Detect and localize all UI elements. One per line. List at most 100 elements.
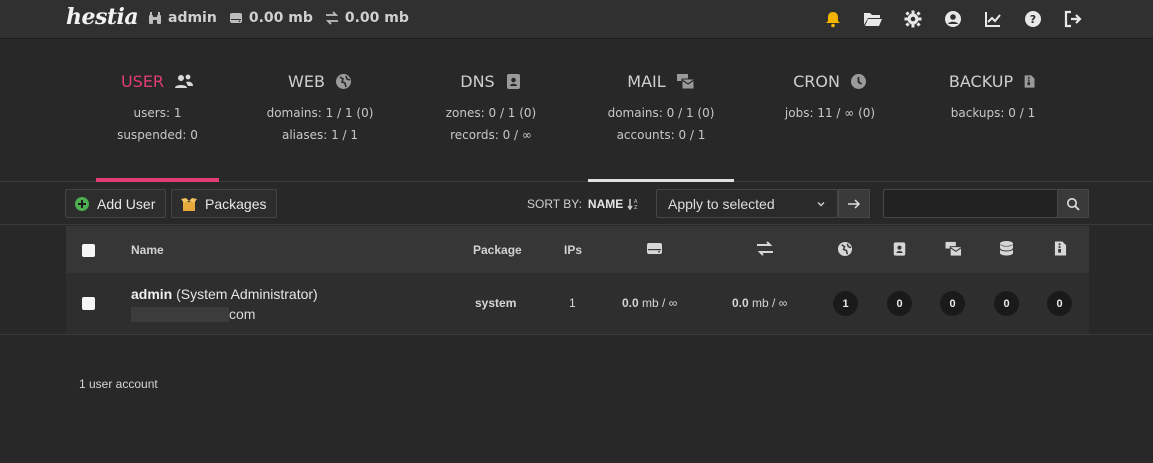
user-email-suffix: com (229, 306, 256, 322)
user-fullname: (System Administrator) (176, 286, 318, 302)
exchange-icon (325, 11, 339, 25)
database-icon (999, 241, 1014, 256)
mail-count-badge: 0 (940, 291, 965, 316)
users-icon (175, 74, 194, 88)
hard-drive-icon (229, 13, 242, 23)
top-bandwidth-value: 0.00 mb (344, 10, 409, 26)
user-disk-value: 0.0 (622, 296, 639, 310)
clock-icon (850, 74, 866, 89)
user-bandwidth: 0.0 mb / ∞ (732, 296, 787, 310)
tab-web-stat-aliases: aliases: 1 / 1 (281, 128, 359, 142)
mail-bulk-icon (945, 241, 962, 257)
search-button[interactable] (1057, 189, 1089, 218)
sort-amount-icon[interactable]: AZ (627, 198, 641, 210)
search-input[interactable] (883, 189, 1057, 218)
top-disk: 0.00 mb (229, 10, 313, 26)
tab-backup-title: BACKUP (948, 72, 1014, 91)
user-name[interactable]: admin (System Administrator) (131, 286, 318, 302)
tab-cron[interactable]: CRON jobs: 11 / ∞ (0) (760, 40, 900, 181)
tab-mail-stat-accounts: accounts: 0 / 1 (616, 128, 706, 142)
top-bar: hestia admin 0.00 mb 0.00 mb ? (0, 0, 1153, 39)
top-bandwidth: 0.00 mb (325, 10, 409, 26)
tab-mail-stat-domains: domains: 0 / 1 (0) (607, 106, 715, 120)
tab-mail[interactable]: MAIL domains: 0 / 1 (0) accounts: 0 / 1 (588, 40, 734, 182)
sort-by: SORT BY: NAME AZ (527, 197, 641, 211)
file-archive-icon (1024, 75, 1035, 88)
user-circle-icon[interactable] (943, 9, 963, 29)
hestia-logo[interactable]: hestia (66, 4, 139, 34)
top-icons: ? (803, 9, 1083, 29)
table-header: Name Package IPs (66, 226, 1089, 273)
tab-user-stat-users: users: 1 (133, 106, 182, 120)
exchange-icon (757, 241, 773, 256)
backup-count-badge: 0 (1047, 291, 1072, 316)
svg-text:?: ? (1030, 13, 1036, 26)
sign-out-icon[interactable] (1063, 9, 1083, 29)
chart-line-icon[interactable] (983, 9, 1003, 29)
user-bandwidth-value: 0.0 (732, 296, 749, 310)
tab-dns-stat-records: records: 0 / ∞ (450, 128, 532, 142)
top-username[interactable]: admin (168, 10, 217, 26)
col-package[interactable]: Package (473, 243, 522, 257)
add-user-label: Add User (97, 195, 156, 212)
row-divider (0, 334, 1153, 335)
db-count-badge: 0 (994, 291, 1019, 316)
tab-user-title: USER (120, 72, 165, 91)
svg-text:Z: Z (634, 205, 638, 210)
gear-icon[interactable] (903, 9, 923, 29)
box-open-icon (181, 197, 197, 211)
redacted-block (131, 306, 229, 322)
sort-by-label: SORT BY: (527, 197, 582, 211)
user-login[interactable]: admin (131, 286, 172, 302)
top-user: admin (148, 10, 217, 26)
bell-icon[interactable] (823, 9, 843, 29)
dns-count-badge: 0 (887, 291, 912, 316)
tab-dns-stat-zones: zones: 0 / 1 (0) (445, 106, 537, 120)
user-email: com (131, 306, 255, 322)
question-circle-icon[interactable]: ? (1023, 9, 1043, 29)
address-book-icon (893, 242, 906, 256)
top-stats: admin 0.00 mb 0.00 mb (148, 10, 421, 26)
user-count: 1 user account (79, 377, 158, 391)
tab-dns-title: DNS (460, 72, 495, 91)
user-ips: 1 (569, 296, 576, 310)
top-disk-value: 0.00 mb (248, 10, 313, 26)
folder-open-icon[interactable] (863, 9, 883, 29)
row-checkbox[interactable] (82, 297, 95, 310)
web-count-badge: 1 (833, 291, 858, 316)
tab-cron-stat-jobs: jobs: 11 / ∞ (0) (784, 106, 876, 120)
packages-label: Packages (205, 195, 267, 212)
arrow-right-icon (848, 198, 861, 209)
file-archive-icon (1054, 241, 1067, 256)
tab-cron-title: CRON (793, 72, 840, 91)
tab-web[interactable]: WEB domains: 1 / 1 (0) aliases: 1 / 1 (250, 40, 390, 181)
tab-web-title: WEB (288, 72, 325, 91)
tab-dns[interactable]: DNS zones: 0 / 1 (0) records: 0 / ∞ (421, 40, 561, 181)
bulk-action-select[interactable]: Apply to selected (656, 189, 838, 218)
plus-circle-icon (75, 196, 89, 211)
user-bandwidth-unit: mb / ∞ (752, 296, 788, 310)
bulk-action-value: Apply to selected (668, 196, 775, 212)
add-user-button[interactable]: Add User (65, 189, 167, 218)
chevron-down-icon (817, 202, 825, 207)
sort-by-value[interactable]: NAME (588, 197, 623, 211)
globe-icon (335, 74, 351, 89)
user-package: system (475, 296, 517, 310)
toolbar: Add User Packages SORT BY: NAME AZ Apply… (0, 182, 1153, 225)
binoculars-icon (149, 12, 161, 24)
section-tabs: USER users: 1 suspended: 0 WEB domains: … (0, 40, 1153, 182)
globe-icon (837, 241, 853, 257)
search-icon (1067, 197, 1080, 211)
col-name[interactable]: Name (131, 243, 164, 257)
apply-button[interactable] (838, 189, 870, 218)
mail-bulk-icon (676, 74, 695, 90)
col-ips[interactable]: IPs (564, 243, 582, 257)
tab-user[interactable]: USER users: 1 suspended: 0 (96, 40, 219, 182)
address-book-icon (506, 74, 520, 89)
hard-drive-icon (647, 243, 662, 254)
tab-backup-stat-backups: backups: 0 / 1 (950, 106, 1036, 120)
packages-button[interactable]: Packages (171, 189, 278, 218)
tab-backup[interactable]: BACKUP backups: 0 / 1 (923, 40, 1063, 181)
table-row[interactable]: admin (System Administrator) com system … (66, 273, 1089, 334)
select-all-checkbox[interactable] (82, 244, 95, 257)
